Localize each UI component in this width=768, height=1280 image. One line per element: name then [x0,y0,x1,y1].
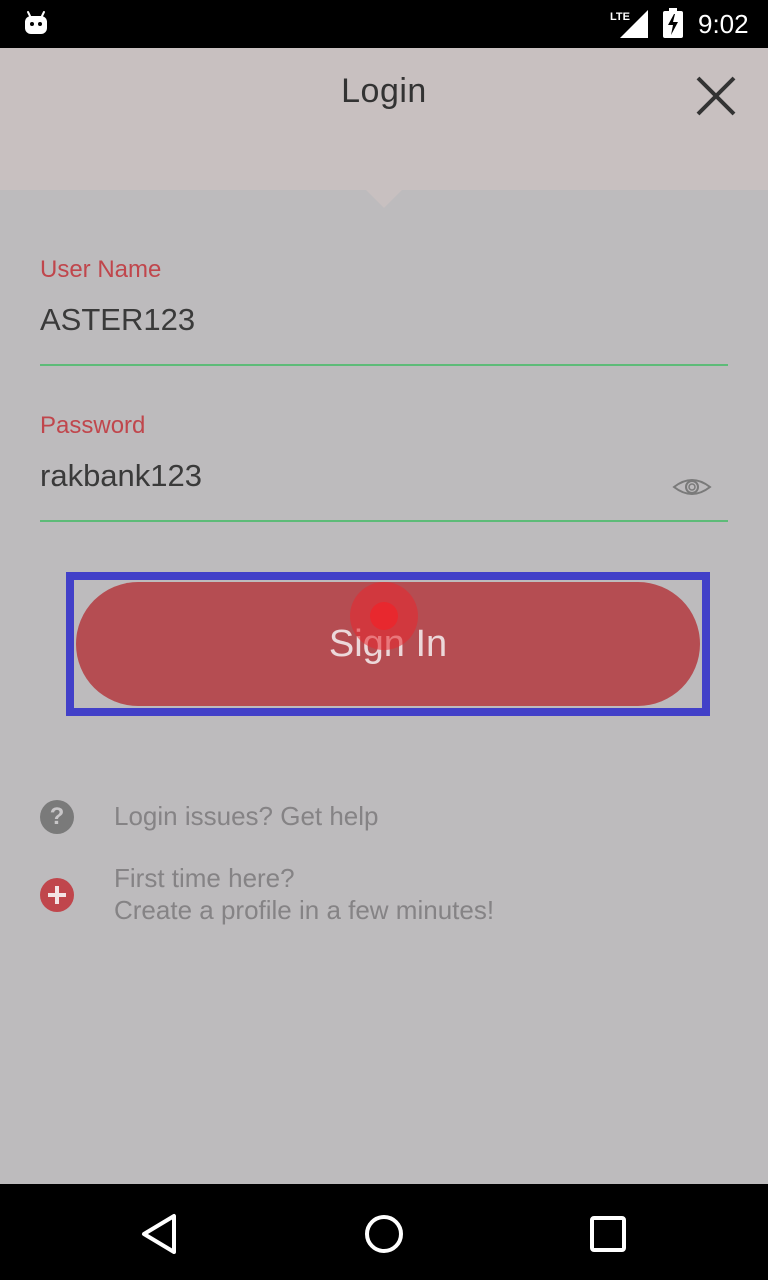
page-title: Login [341,72,427,110]
header: Login [0,48,768,208]
recents-icon[interactable] [586,1212,630,1256]
first-time-line2: Create a profile in a few minutes! [114,895,495,925]
password-field[interactable]: Password rakbank123 [40,412,728,524]
navigation-bar [0,1184,768,1280]
username-label: User Name [40,256,162,283]
home-icon[interactable] [362,1212,406,1256]
question-icon: ? [40,800,74,834]
password-input[interactable]: rakbank123 [40,458,202,494]
create-profile-text[interactable]: First time here? Create a profile in a f… [114,862,494,926]
touch-indicator [350,582,418,650]
status-bar: LTE 9:02 [0,0,768,48]
battery-charging-icon [663,8,683,38]
status-clock: 9:02 [698,9,749,39]
svg-text:LTE: LTE [610,11,630,23]
username-input[interactable]: ASTER123 [40,302,195,338]
username-field[interactable]: User Name ASTER123 [40,256,728,368]
login-help-text[interactable]: Login issues? Get help [114,800,379,832]
password-label: Password [40,412,146,439]
android-icon [25,11,47,34]
eye-icon[interactable] [672,472,712,502]
touch-indicator-dot [370,602,398,630]
header-pointer [366,190,402,208]
plus-icon [40,878,74,912]
password-underline [40,520,728,522]
lte-signal-icon: LTE [610,10,648,38]
close-icon[interactable] [690,70,742,122]
username-underline [40,364,728,366]
back-icon[interactable] [138,1212,182,1256]
first-time-line1: First time here? [114,863,295,893]
